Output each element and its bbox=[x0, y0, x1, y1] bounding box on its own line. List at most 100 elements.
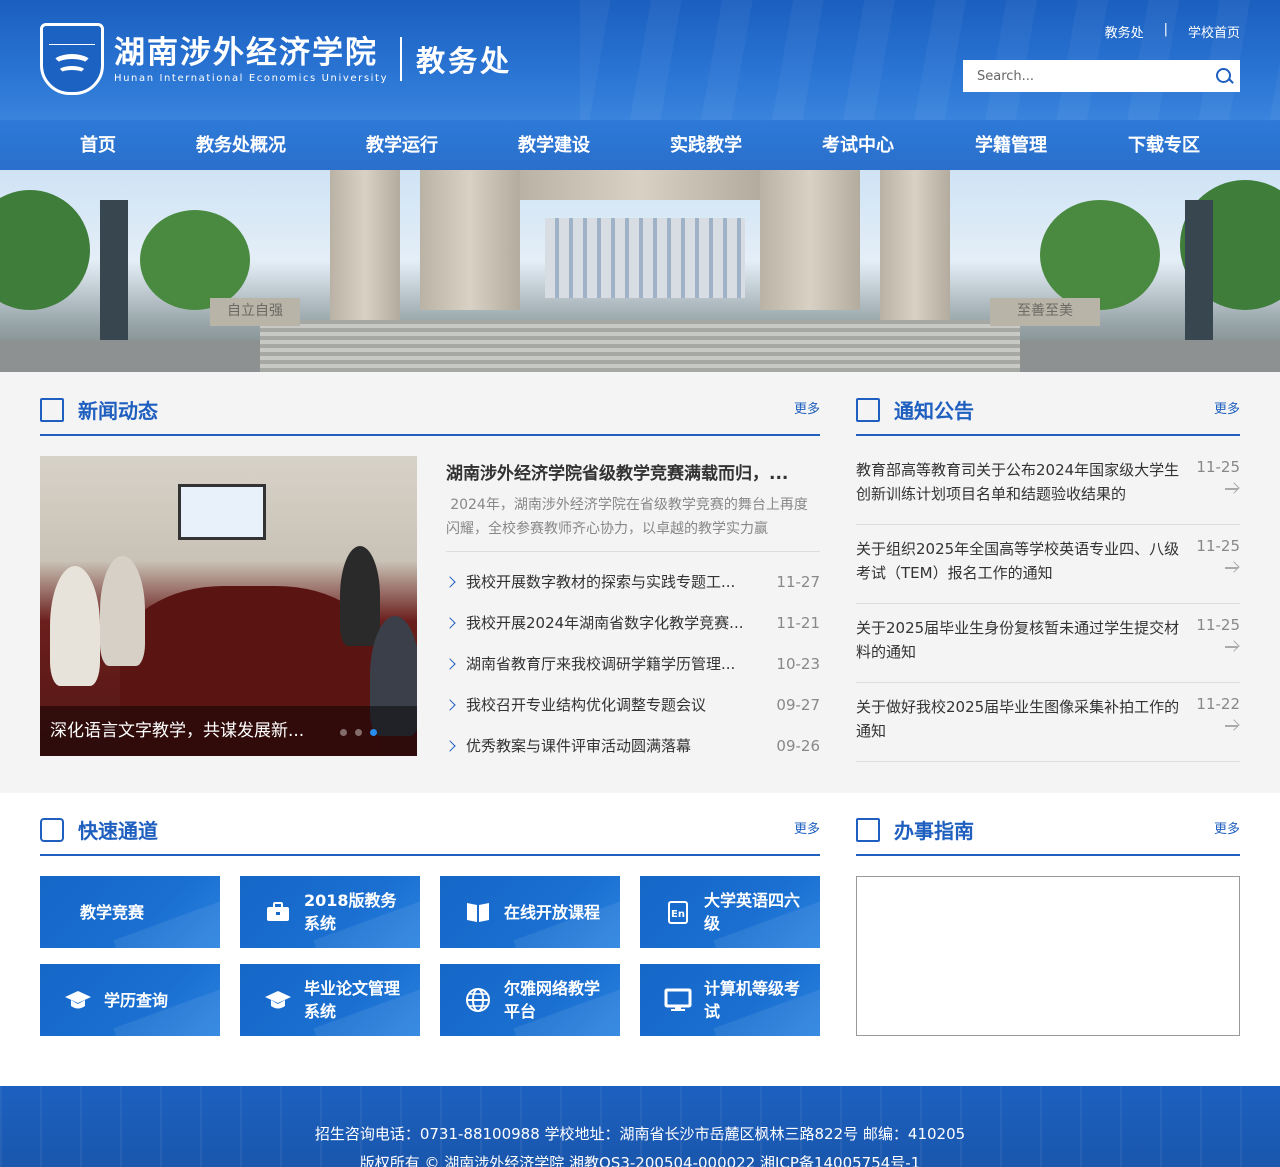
top-link-school-home[interactable]: 学校首页 bbox=[1188, 22, 1240, 41]
news-list: 我校开展数字教材的探索与实践专题工... 11-27 我校开展2024年湖南省数字… bbox=[444, 561, 820, 766]
footer-contact: 招生咨询电话：0731-88100988 学校地址：湖南省长沙市岳麓区枫林三路8… bbox=[314, 1125, 966, 1143]
quick-panel-header: 快速通道 更多 bbox=[40, 792, 820, 856]
english-icon: En bbox=[668, 901, 688, 924]
nav-overview[interactable]: 教务处概况 bbox=[196, 120, 286, 170]
campus-banner-image: 自立自强 至善至美 bbox=[0, 170, 1280, 372]
graduation-cap-icon bbox=[65, 991, 91, 1009]
news-item[interactable]: 湖南省教育厅来我校调研学籍学历管理... 10-23 bbox=[444, 643, 820, 684]
site-logo[interactable]: 湖南涉外经济学院 Hunan International Economics U… bbox=[40, 22, 512, 96]
carousel-dot-active[interactable] bbox=[370, 729, 377, 736]
carousel-dots bbox=[340, 729, 377, 736]
news-item[interactable]: 我校召开专业结构优化调整专题会议 09-27 bbox=[444, 684, 820, 725]
notice-panel-header: 通知公告 更多 bbox=[856, 372, 1240, 436]
arrow-right-icon bbox=[1224, 640, 1240, 654]
nav-downloads[interactable]: 下载专区 bbox=[1128, 120, 1200, 170]
news-item-title: 湖南省教育厅来我校调研学籍学历管理... bbox=[466, 655, 736, 673]
news-item-date: 11-21 bbox=[776, 613, 820, 632]
banner-tree bbox=[0, 190, 90, 310]
svg-text:En: En bbox=[671, 909, 685, 920]
main-nav: 首页 教务处概况 教学运行 教学建设 实践教学 考试中心 学籍管理 下载专区 bbox=[0, 120, 1280, 170]
quick-link-erya-platform[interactable]: 尔雅网络教学平台 bbox=[440, 964, 620, 1036]
meeting-person bbox=[340, 546, 380, 646]
news-item-date: 09-27 bbox=[776, 695, 820, 714]
banner-pillar bbox=[420, 170, 520, 310]
nav-student-status[interactable]: 学籍管理 bbox=[975, 120, 1047, 170]
arrow-right-icon bbox=[1224, 719, 1240, 733]
quick-link-academic-system[interactable]: 2018版教务系统 bbox=[240, 876, 420, 948]
quick-link-teaching-competition[interactable]: 教学竞赛 bbox=[40, 876, 220, 948]
search-input[interactable] bbox=[963, 60, 1208, 92]
search-box bbox=[963, 60, 1240, 92]
quick-link-label: 教学竞赛 bbox=[80, 902, 145, 922]
news-item-date: 10-23 bbox=[776, 654, 820, 673]
notice-more-link[interactable]: 更多 bbox=[1214, 398, 1240, 417]
link-icon bbox=[40, 818, 64, 842]
school-name-en: Hunan International Economics University bbox=[114, 72, 389, 84]
nav-home[interactable]: 首页 bbox=[80, 120, 116, 170]
arrow-right-icon bbox=[1224, 482, 1240, 496]
quick-more-link[interactable]: 更多 bbox=[794, 818, 820, 837]
notice-item-title: 关于组织2025年全国高等学校英语专业四、八级考试（TEM）报名工作的通知 bbox=[856, 540, 1180, 582]
guide-more-link[interactable]: 更多 bbox=[1214, 818, 1240, 837]
quick-link-label: 在线开放课程 bbox=[504, 902, 601, 922]
quick-link-degree-query[interactable]: 学历查询 bbox=[40, 964, 220, 1036]
notice-item-date: 11-25 bbox=[1196, 458, 1240, 476]
notice-item-title: 关于2025届毕业生身份复核暂未通过学生提交材料的通知 bbox=[856, 619, 1180, 661]
news-icon bbox=[40, 398, 64, 422]
banner-tree bbox=[140, 210, 250, 310]
notice-item[interactable]: 关于2025届毕业生身份复核暂未通过学生提交材料的通知 11-25 bbox=[856, 604, 1240, 683]
graduation-cap-icon bbox=[265, 991, 291, 1009]
banner-stone-left: 自立自强 bbox=[210, 298, 300, 326]
notice-panel-title: 通知公告 bbox=[894, 399, 974, 423]
notice-item-title: 关于做好我校2025届毕业生图像采集补拍工作的通知 bbox=[856, 698, 1180, 740]
banner-lamp bbox=[1185, 200, 1213, 340]
nav-practice-teaching[interactable]: 实践教学 bbox=[670, 120, 742, 170]
guide-content-box bbox=[856, 876, 1240, 1036]
notice-item-date: 11-25 bbox=[1196, 616, 1240, 634]
nav-teaching-operation[interactable]: 教学运行 bbox=[366, 120, 438, 170]
news-item[interactable]: 我校开展数字教材的探索与实践专题工... 11-27 bbox=[444, 561, 820, 602]
notice-item-title: 教育部高等教育司关于公布2024年国家级大学生创新训练计划项目名单和结题验收结果… bbox=[856, 461, 1180, 503]
banner-pillar bbox=[760, 170, 860, 310]
meeting-person bbox=[50, 566, 100, 686]
quick-link-label: 大学英语四六级 bbox=[704, 891, 801, 933]
carousel-dot[interactable] bbox=[355, 729, 362, 736]
quick-link-label: 尔雅网络教学平台 bbox=[504, 979, 601, 1021]
banner-lamp bbox=[100, 200, 128, 340]
top-links: 教务处 | 学校首页 bbox=[1105, 22, 1240, 41]
nav-exam-center[interactable]: 考试中心 bbox=[822, 120, 894, 170]
quick-link-computer-exam[interactable]: 计算机等级考试 bbox=[640, 964, 820, 1036]
nav-teaching-construction[interactable]: 教学建设 bbox=[518, 120, 590, 170]
chevron-right-icon bbox=[444, 739, 456, 752]
chevron-right-icon bbox=[444, 657, 456, 670]
quick-link-thesis-system[interactable]: 毕业论文管理系统 bbox=[240, 964, 420, 1036]
notice-item[interactable]: 关于组织2025年全国高等学校英语专业四、八级考试（TEM）报名工作的通知 11-… bbox=[856, 525, 1240, 604]
news-item-title: 我校召开专业结构优化调整专题会议 bbox=[466, 696, 707, 714]
news-panel-header: 新闻动态 更多 bbox=[40, 372, 820, 436]
banner-tree bbox=[1040, 200, 1160, 310]
carousel-dot[interactable] bbox=[340, 729, 347, 736]
briefcase-icon bbox=[267, 902, 289, 921]
quick-link-label: 毕业论文管理系统 bbox=[304, 979, 401, 1021]
quick-link-cet[interactable]: En 大学英语四六级 bbox=[640, 876, 820, 948]
globe-icon bbox=[466, 988, 490, 1012]
quick-panel-title: 快速通道 bbox=[78, 819, 158, 843]
notice-icon bbox=[856, 398, 880, 422]
quick-link-label: 2018版教务系统 bbox=[304, 891, 397, 933]
quick-link-open-courses[interactable]: 在线开放课程 bbox=[440, 876, 620, 948]
notice-item[interactable]: 教育部高等教育司关于公布2024年国家级大学生创新训练计划项目名单和结题验收结果… bbox=[856, 446, 1240, 525]
banner-stone-right: 至善至美 bbox=[990, 298, 1100, 326]
headline-title[interactable]: 湖南涉外经济学院省级教学竞赛满载而归，... bbox=[446, 459, 820, 484]
news-item[interactable]: 我校开展2024年湖南省数字化教学竞赛... 11-21 bbox=[444, 602, 820, 643]
banner-building bbox=[545, 218, 745, 298]
monitor-icon bbox=[664, 988, 692, 1011]
top-link-jwc[interactable]: 教务处 bbox=[1105, 22, 1144, 41]
news-item-title: 优秀教案与课件评审活动圆满落幕 bbox=[466, 737, 692, 755]
notice-item[interactable]: 关于做好我校2025届毕业生图像采集补拍工作的通知 11-22 bbox=[856, 683, 1240, 762]
search-icon[interactable] bbox=[1208, 60, 1240, 92]
news-item-date: 11-27 bbox=[776, 572, 820, 591]
banner-pillar bbox=[330, 170, 400, 320]
news-more-link[interactable]: 更多 bbox=[794, 398, 820, 417]
news-item[interactable]: 优秀教案与课件评审活动圆满落幕 09-26 bbox=[444, 725, 820, 766]
chevron-right-icon bbox=[444, 698, 456, 711]
